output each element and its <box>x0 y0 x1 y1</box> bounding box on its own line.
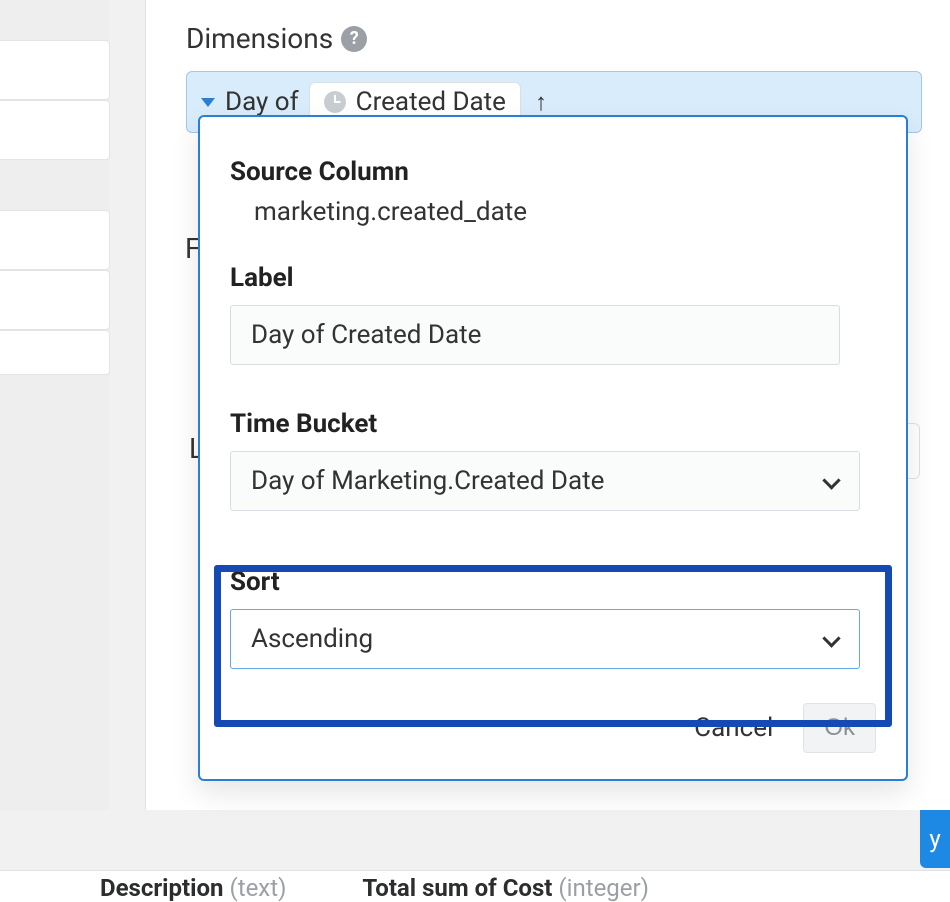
source-column-title: Source Column <box>230 157 876 187</box>
dimension-prefix: Day of <box>225 87 299 117</box>
time-bucket-select[interactable]: Day of Marketing.Created Date <box>230 451 860 511</box>
footer-total-label: Total sum of Cost <box>362 874 552 902</box>
config-panel: Dimensions ? Day of Created Date ↑ Sourc… <box>145 0 950 810</box>
label-title: Label <box>230 263 876 293</box>
footer-desc-type: (text) <box>230 874 287 902</box>
cancel-button[interactable]: Cancel <box>694 713 773 743</box>
chevron-down-icon <box>825 632 839 646</box>
footer-desc-label: Description <box>100 874 224 902</box>
caret-down-icon <box>201 98 215 107</box>
left-sidebar-fragment <box>0 0 110 810</box>
primary-action-fragment-text: y <box>929 825 940 853</box>
dimensions-header: Dimensions ? <box>186 22 922 55</box>
sort-title: Sort <box>230 567 876 597</box>
label-input[interactable]: Day of Created Date <box>230 305 840 365</box>
label-input-value: Day of Created Date <box>251 320 481 350</box>
sidebar-card <box>0 210 110 270</box>
time-bucket-title: Time Bucket <box>230 409 876 439</box>
time-bucket-value: Day of Marketing.Created Date <box>251 466 604 496</box>
chevron-down-icon <box>825 474 839 488</box>
dimension-field-label: Created Date <box>356 87 506 117</box>
popover-footer: Cancel Ok <box>230 703 876 753</box>
sidebar-card <box>0 330 110 375</box>
sidebar-card <box>0 40 110 100</box>
sidebar-card <box>0 100 110 160</box>
dimension-editor-popover: Source Column marketing.created_date Lab… <box>198 115 908 781</box>
clock-icon <box>324 91 346 113</box>
columns-footer: Description (text) Total sum of Cost (in… <box>0 870 950 902</box>
sidebar-card <box>0 270 110 330</box>
source-column-value: marketing.created_date <box>230 197 876 227</box>
sort-value: Ascending <box>251 624 373 654</box>
primary-action-fragment[interactable]: y <box>920 810 950 868</box>
footer-total-type: (integer) <box>558 874 649 902</box>
dimensions-label: Dimensions <box>186 22 333 55</box>
sort-select[interactable]: Ascending <box>230 609 860 669</box>
ok-button[interactable]: Ok <box>803 703 876 753</box>
sort-ascending-icon: ↑ <box>535 88 547 117</box>
help-icon[interactable]: ? <box>341 26 367 52</box>
